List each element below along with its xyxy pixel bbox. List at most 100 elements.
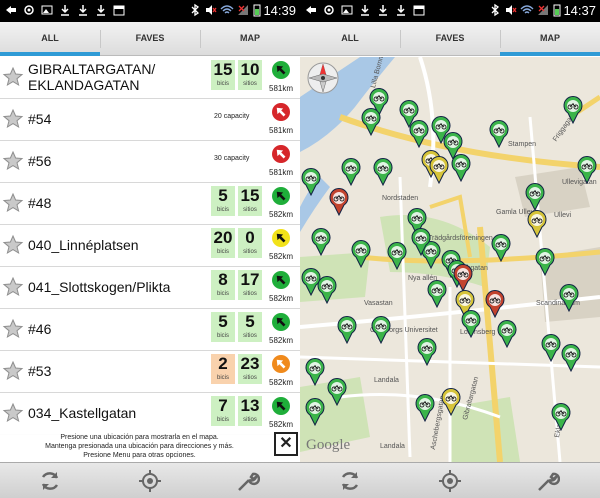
map-view[interactable]: Stampen Ullevigatan Nordstaden Gamla Ull… <box>300 57 600 462</box>
station-marker-icon[interactable] <box>408 119 430 149</box>
bottom-bar <box>300 462 600 498</box>
slots-label: sitios <box>243 333 257 339</box>
favorite-star-icon[interactable] <box>2 66 24 88</box>
distance-text: 582km <box>269 294 294 303</box>
direction-arrow-icon <box>272 355 290 373</box>
station-marker-icon[interactable] <box>460 309 482 339</box>
station-marker-icon[interactable] <box>484 289 506 319</box>
tab-bar: ALL FAVES MAP <box>300 22 600 56</box>
station-marker-icon[interactable] <box>304 397 326 427</box>
station-row[interactable]: GIBRALTARGATAN/EKLANDAGATAN 15 bicis 10 siti… <box>0 57 300 99</box>
compass-icon[interactable] <box>306 61 340 95</box>
distance-text: 581km <box>269 126 294 135</box>
image-icon <box>341 5 353 15</box>
station-row[interactable]: 041_Slottskogen/Plikta 8 bicis 17 sitios 582k… <box>0 267 300 309</box>
station-row[interactable]: #46 5 bicis 5 sitios 582km <box>0 309 300 351</box>
image-icon <box>41 5 53 15</box>
favorite-star-icon[interactable] <box>2 360 24 382</box>
station-marker-icon[interactable] <box>340 157 362 187</box>
tab-faves[interactable]: FAVES <box>100 22 200 56</box>
station-name: #48 <box>28 195 52 211</box>
station-marker-icon[interactable] <box>576 155 598 185</box>
station-marker-icon[interactable] <box>410 227 432 257</box>
station-marker-icon[interactable] <box>386 241 408 271</box>
station-marker-icon[interactable] <box>550 402 572 432</box>
back-icon <box>306 6 316 14</box>
station-marker-icon[interactable] <box>558 283 580 313</box>
wrench-icon[interactable] <box>536 469 560 493</box>
station-marker-icon[interactable] <box>534 247 556 277</box>
station-marker-icon[interactable] <box>372 157 394 187</box>
station-marker-icon[interactable] <box>524 182 546 212</box>
gps-icon <box>324 5 334 15</box>
bikes-value: 15 <box>213 60 233 79</box>
station-marker-icon[interactable] <box>328 187 350 217</box>
wifi-icon <box>520 5 534 14</box>
battery-icon <box>253 4 261 17</box>
locate-icon[interactable] <box>438 469 462 493</box>
direction-arrow-icon <box>272 271 290 289</box>
favorite-star-icon[interactable] <box>2 234 24 256</box>
close-icon: ✕ <box>279 435 293 452</box>
station-marker-icon[interactable] <box>336 315 358 345</box>
bikes-value: 8 <box>218 270 228 289</box>
station-marker-icon[interactable] <box>414 393 436 423</box>
station-marker-icon[interactable] <box>300 167 322 197</box>
station-marker-icon[interactable] <box>326 377 348 407</box>
station-name: #54 <box>28 111 52 127</box>
locate-icon[interactable] <box>138 469 162 493</box>
favorite-star-icon[interactable] <box>2 402 24 424</box>
favorite-star-icon[interactable] <box>2 318 24 340</box>
station-marker-icon[interactable] <box>440 387 462 417</box>
station-marker-icon[interactable] <box>304 357 326 387</box>
station-marker-icon[interactable] <box>562 95 584 125</box>
wrench-icon[interactable] <box>236 469 260 493</box>
favorite-star-icon[interactable] <box>2 108 24 130</box>
station-marker-icon[interactable] <box>450 153 472 183</box>
distance-text: 582km <box>269 336 294 345</box>
station-marker-icon[interactable] <box>350 239 372 269</box>
station-marker-icon[interactable] <box>316 275 338 305</box>
tab-all[interactable]: ALL <box>0 22 100 56</box>
favorite-star-icon[interactable] <box>2 150 24 172</box>
station-row[interactable]: 040_Linnéplatsen 20 bicis 0 sitios 582km <box>0 225 300 267</box>
bikes-value: 20 <box>213 228 233 247</box>
bikes-label: bicis <box>216 417 229 423</box>
direction-arrow-icon <box>272 103 290 121</box>
bikes-label: bicis <box>216 207 229 213</box>
station-marker-icon[interactable] <box>370 315 392 345</box>
station-marker-icon[interactable] <box>426 279 448 309</box>
station-marker-icon[interactable] <box>360 107 382 137</box>
slots-value: 15 <box>240 186 260 205</box>
station-marker-icon[interactable] <box>488 119 510 149</box>
capacity-text: 30 capacity <box>214 155 250 162</box>
station-marker-icon[interactable] <box>310 227 332 257</box>
station-row[interactable]: #56 30 capacity 581km <box>0 141 300 183</box>
slots-label: sitios <box>243 291 257 297</box>
station-marker-icon[interactable] <box>560 343 582 373</box>
bluetooth-icon <box>191 3 200 17</box>
close-hint-button[interactable]: ✕ <box>274 432 298 456</box>
tab-faves[interactable]: FAVES <box>400 22 500 56</box>
station-marker-icon[interactable] <box>526 209 548 239</box>
download-icon <box>397 5 405 16</box>
station-row[interactable]: #53 2 bicis 23 sitios 582km <box>0 351 300 393</box>
favorite-star-icon[interactable] <box>2 276 24 298</box>
tab-all[interactable]: ALL <box>300 22 400 56</box>
station-list[interactable]: GIBRALTARGATAN/EKLANDAGATAN 15 bicis 10 siti… <box>0 57 300 460</box>
refresh-icon[interactable] <box>338 469 362 493</box>
station-row[interactable]: #48 5 bicis 15 sitios 582km <box>0 183 300 225</box>
favorite-star-icon[interactable] <box>2 192 24 214</box>
station-marker-icon[interactable] <box>490 233 512 263</box>
station-marker-icon[interactable] <box>496 319 518 349</box>
station-marker-icon[interactable] <box>416 337 438 367</box>
map-label: Nordstaden <box>382 195 419 202</box>
tab-map[interactable]: MAP <box>200 22 300 56</box>
slots-label: sitios <box>243 81 257 87</box>
station-marker-icon[interactable] <box>428 155 450 185</box>
tab-map[interactable]: MAP <box>500 22 600 56</box>
station-row[interactable]: #54 20 capacity 581km <box>0 99 300 141</box>
station-marker-icon[interactable] <box>540 333 562 363</box>
refresh-icon[interactable] <box>38 469 62 493</box>
station-row[interactable]: 034_Kastellgatan 7 bicis 13 sitios 582km <box>0 393 300 435</box>
